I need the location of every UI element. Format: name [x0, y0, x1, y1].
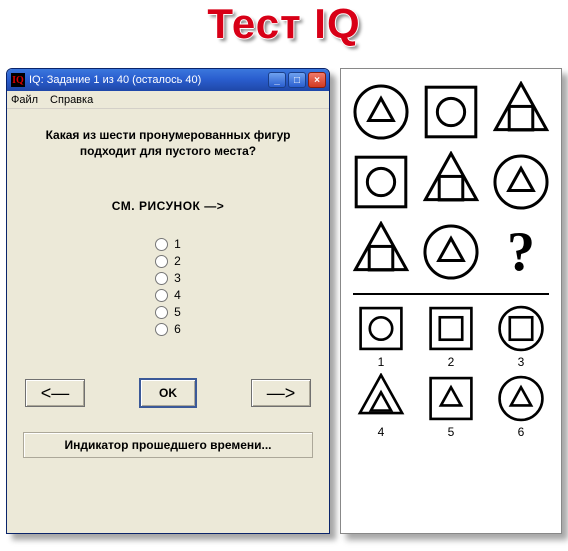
radio-6[interactable]: [155, 323, 168, 336]
triangle-square-icon: [420, 151, 482, 213]
option-6-label: 6: [174, 322, 181, 336]
circle-triangle-icon: [492, 373, 550, 424]
circle-triangle-icon: [490, 151, 552, 213]
circle-triangle-icon: [420, 221, 482, 283]
answer-cell-3: 3: [488, 303, 554, 369]
radio-5[interactable]: [155, 306, 168, 319]
circle-square-icon: [492, 303, 550, 354]
question-text: Какая из шести пронумерованных фигур под…: [19, 127, 317, 159]
nav-row: <— OK —>: [19, 378, 317, 408]
option-1[interactable]: 1: [155, 237, 181, 251]
puzzle-cell: ?: [488, 219, 554, 285]
app-window: IQ IQ: Задание 1 из 40 (осталось 40) _ □…: [6, 68, 330, 534]
client-area: Какая из шести пронумерованных фигур под…: [7, 109, 329, 533]
figure-panel: ? 1 2 3 4 5 6: [340, 68, 562, 534]
option-2-label: 2: [174, 254, 181, 268]
answer-label: 4: [378, 425, 385, 439]
triangle-square-icon: [490, 81, 552, 143]
option-6[interactable]: 6: [155, 322, 181, 336]
next-button[interactable]: —>: [251, 379, 311, 407]
puzzle-cell: [348, 219, 414, 285]
puzzle-cell: [348, 149, 414, 215]
radio-2[interactable]: [155, 255, 168, 268]
prev-button[interactable]: <—: [25, 379, 85, 407]
puzzle-cell: [348, 79, 414, 145]
answer-options: 1 2 3 4 5 6: [155, 237, 181, 336]
answer-cell-4: 4: [348, 373, 414, 439]
option-5-label: 5: [174, 305, 181, 319]
option-3[interactable]: 3: [155, 271, 181, 285]
radio-3[interactable]: [155, 272, 168, 285]
option-2[interactable]: 2: [155, 254, 181, 268]
option-4[interactable]: 4: [155, 288, 181, 302]
answer-label: 6: [518, 425, 525, 439]
puzzle-cell: [488, 149, 554, 215]
page-title: Тест IQ: [0, 0, 568, 48]
menubar: Файл Справка: [7, 91, 329, 109]
window-title: IQ: Задание 1 из 40 (осталось 40): [29, 74, 268, 86]
answer-label: 1: [378, 355, 385, 369]
radio-1[interactable]: [155, 238, 168, 251]
square-square-icon: [422, 303, 480, 354]
answer-grid: 1 2 3 4 5 6: [348, 303, 554, 439]
answer-label: 5: [448, 425, 455, 439]
option-4-label: 4: [174, 288, 181, 302]
see-figure-label: СМ. РИСУНОК —>: [112, 199, 224, 213]
answer-label: 2: [448, 355, 455, 369]
option-1-label: 1: [174, 237, 181, 251]
puzzle-cell: [418, 219, 484, 285]
puzzle-cell: [418, 79, 484, 145]
puzzle-cell: [418, 149, 484, 215]
circle-triangle-icon: [350, 81, 412, 143]
triangle-square-icon: [350, 221, 412, 283]
menu-file[interactable]: Файл: [11, 94, 38, 106]
timer-indicator: Индикатор прошедшего времени...: [23, 432, 313, 458]
grid-divider: [353, 293, 549, 295]
app-icon: IQ: [11, 73, 25, 87]
square-circle-icon: [420, 81, 482, 143]
square-circle-icon: [350, 151, 412, 213]
ok-button[interactable]: OK: [139, 378, 197, 408]
option-5[interactable]: 5: [155, 305, 181, 319]
titlebar[interactable]: IQ IQ: Задание 1 из 40 (осталось 40) _ □…: [7, 69, 329, 91]
option-3-label: 3: [174, 271, 181, 285]
triangle-triangle-icon: [352, 373, 410, 424]
answer-cell-6: 6: [488, 373, 554, 439]
square-circle-icon: [352, 303, 410, 354]
close-button[interactable]: ×: [308, 72, 326, 88]
square-triangle-icon: [422, 373, 480, 424]
minimize-button[interactable]: _: [268, 72, 286, 88]
answer-cell-1: 1: [348, 303, 414, 369]
answer-cell-2: 2: [418, 303, 484, 369]
radio-4[interactable]: [155, 289, 168, 302]
puzzle-grid: ?: [348, 79, 554, 285]
puzzle-cell: [488, 79, 554, 145]
answer-label: 3: [518, 355, 525, 369]
menu-help[interactable]: Справка: [50, 94, 93, 106]
question-mark-icon: ?: [507, 224, 535, 280]
answer-cell-5: 5: [418, 373, 484, 439]
maximize-button[interactable]: □: [288, 72, 306, 88]
